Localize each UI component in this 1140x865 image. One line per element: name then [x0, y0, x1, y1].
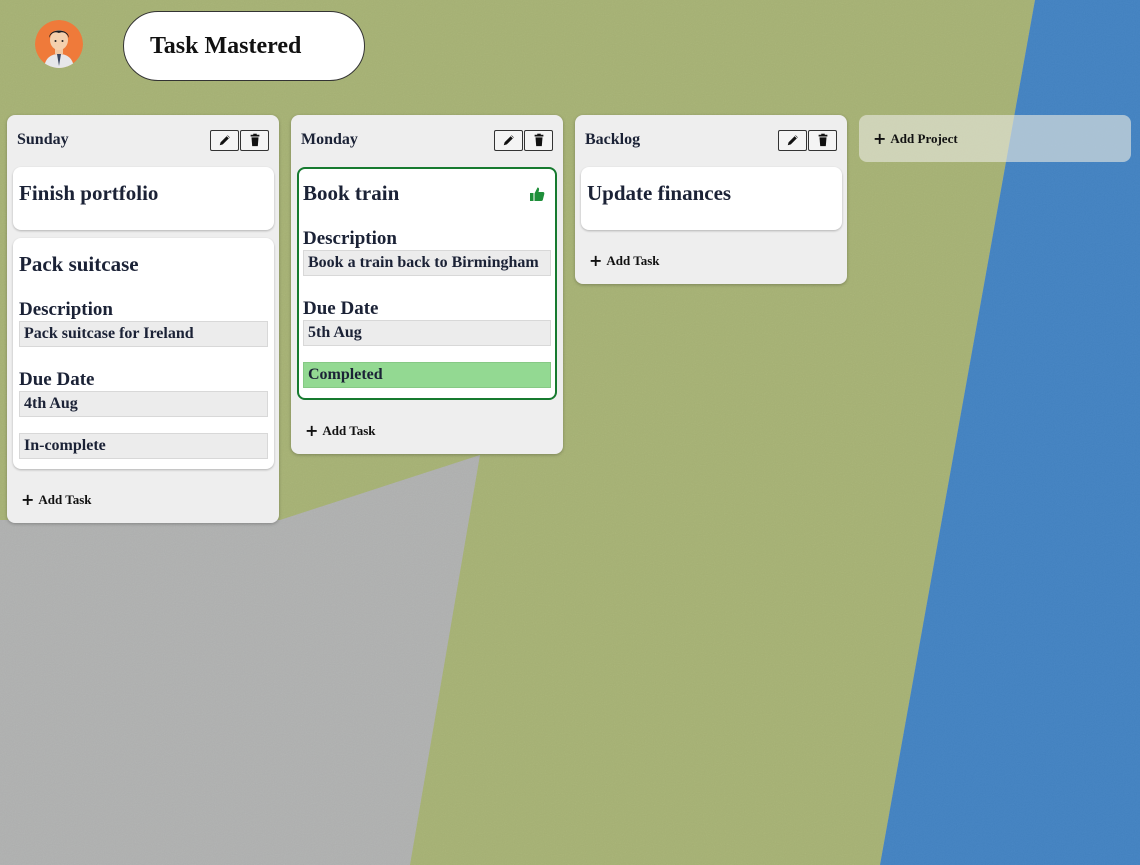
task-title: Book train [303, 181, 400, 205]
trash-icon [250, 133, 259, 147]
pencil-icon [787, 135, 798, 146]
due-date-field[interactable]: 4th Aug [19, 391, 268, 417]
add-task-button[interactable]: + Add Task [575, 238, 847, 284]
column-title: Monday [301, 131, 358, 148]
project-column-backlog: Backlog Update finances + Add Task [575, 115, 847, 284]
task-card-completed[interactable]: Book train Description Book a train back… [297, 167, 557, 400]
app-title: Task Mastered [123, 11, 365, 81]
task-title: Finish portfolio [19, 181, 159, 205]
task-card[interactable]: Finish portfolio [13, 167, 274, 230]
description-field[interactable]: Book a train back to Birmingham [303, 250, 551, 276]
description-label: Description [19, 299, 113, 320]
delete-column-button[interactable] [240, 129, 269, 151]
trash-icon [534, 133, 543, 147]
thumbs-up-icon [530, 187, 545, 201]
add-task-button[interactable]: + Add Task [7, 477, 279, 523]
delete-column-button[interactable] [524, 129, 553, 151]
add-task-label: Add Task [606, 253, 660, 268]
column-header: Backlog [575, 115, 847, 165]
pencil-icon [503, 135, 514, 146]
plus-icon: + [589, 251, 603, 270]
edit-column-button[interactable] [778, 129, 807, 151]
due-date-label: Due Date [19, 369, 95, 390]
edit-column-button[interactable] [210, 129, 239, 151]
add-project-label: Add Project [890, 130, 958, 146]
due-date-label: Due Date [303, 298, 379, 319]
status-field[interactable]: Completed [303, 362, 551, 388]
column-title: Sunday [17, 131, 69, 148]
delete-column-button[interactable] [808, 129, 837, 151]
task-title: Pack suitcase [19, 252, 139, 276]
pencil-icon [219, 135, 230, 146]
column-title: Backlog [585, 131, 641, 148]
project-column-sunday: Sunday Finish portfolio Pack suitcase De… [7, 115, 279, 523]
project-column-monday: Monday Book train Description Book a tra… [291, 115, 563, 454]
description-label: Description [303, 228, 397, 249]
add-task-label: Add Task [38, 492, 92, 507]
description-field[interactable]: Pack suitcase for Ireland [19, 321, 268, 347]
add-project-button[interactable]: + Add Project [859, 115, 1131, 162]
plus-icon: + [873, 128, 887, 148]
column-header: Monday [291, 115, 563, 165]
column-header: Sunday [7, 115, 279, 165]
status-field[interactable]: In-complete [19, 433, 268, 459]
task-card[interactable]: Pack suitcase Description Pack suitcase … [13, 238, 274, 469]
add-task-button[interactable]: + Add Task [291, 408, 563, 454]
add-task-label: Add Task [322, 423, 376, 438]
user-avatar[interactable] [35, 20, 83, 68]
edit-column-button[interactable] [494, 129, 523, 151]
plus-icon: + [21, 490, 35, 509]
task-card[interactable]: Update finances [581, 167, 842, 230]
trash-icon [818, 133, 827, 147]
due-date-field[interactable]: 5th Aug [303, 320, 551, 346]
task-title: Update finances [587, 181, 732, 205]
plus-icon: + [305, 421, 319, 440]
